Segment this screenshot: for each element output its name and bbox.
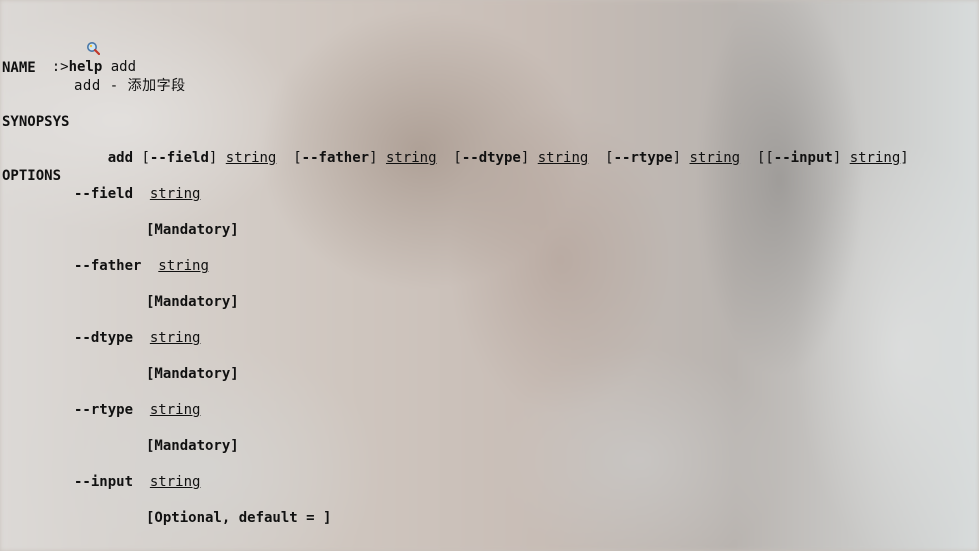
option-input-flag: --input xyxy=(74,474,134,490)
option-dtype-flag: --dtype xyxy=(74,330,134,346)
terminal-output[interactable]: :>help add NAME add - 添加字段 SYNOPSYS add … xyxy=(0,0,979,551)
synopsis-arg-rtype-flag: --rtype xyxy=(613,150,673,166)
command-argument: add xyxy=(102,59,137,75)
name-heading: NAME xyxy=(2,60,36,76)
synopsis-arg-father-flag: --father xyxy=(301,150,370,166)
synopsis-heading: SYNOPSYS xyxy=(2,114,70,130)
synopsis-line: add [--field] string [--father] string [… xyxy=(74,131,909,166)
prompt-prefix: :> xyxy=(51,59,69,75)
option-field-type: string xyxy=(149,186,201,202)
synopsis-arg-father-close: ] xyxy=(369,150,378,166)
option-input-type: string xyxy=(149,474,201,490)
synopsis-arg-input-close: ] xyxy=(832,150,842,166)
synopsis-arg-field-open: [ xyxy=(141,150,150,166)
command-keyword: help xyxy=(68,59,103,75)
option-rtype-type: string xyxy=(149,402,201,418)
option-dtype: --dtype string xyxy=(74,329,200,347)
option-input-note: [Optional, default = ] xyxy=(146,510,332,526)
synopsis-arg-dtype-type: string xyxy=(537,150,589,166)
synopsis-arg-dtype-flag: --dtype xyxy=(461,150,521,166)
option-input: --input string xyxy=(74,473,200,491)
option-father-type: string xyxy=(158,258,209,274)
option-father: --father string xyxy=(74,257,209,275)
option-field-note: [Mandatory] xyxy=(146,222,239,238)
option-rtype-flag: --rtype xyxy=(74,402,134,418)
name-description: add - 添加字段 xyxy=(74,78,186,94)
synopsis-arg-input-open: [[ xyxy=(756,150,774,166)
synopsis-arg-father-type: string xyxy=(385,150,437,166)
synopsis-arg-input-type: string xyxy=(849,150,901,166)
magnifier-icon xyxy=(36,23,101,56)
synopsis-arg-father-open: [ xyxy=(293,150,302,166)
prompt-line: :>help add xyxy=(2,5,136,75)
option-rtype-note: [Mandatory] xyxy=(146,438,239,454)
synopsis-arg-rtype-close: ] xyxy=(672,150,682,166)
options-heading: OPTIONS xyxy=(2,168,62,184)
synopsis-arg-input-flag: --input xyxy=(773,150,833,166)
synopsis-arg-rtype-type: string xyxy=(689,150,741,166)
synopsis-arg-input-trail: ] xyxy=(900,150,909,166)
option-dtype-type: string xyxy=(149,330,201,346)
option-rtype: --rtype string xyxy=(74,401,200,419)
option-field-flag: --field xyxy=(74,186,134,202)
synopsis-arg-field-flag: --field xyxy=(149,150,209,166)
synopsis-arg-field-type: string xyxy=(225,150,277,166)
synopsis-arg-dtype-open: [ xyxy=(453,150,462,166)
synopsis-arg-rtype-open: [ xyxy=(605,150,614,166)
option-father-flag: --father xyxy=(74,258,142,274)
option-field: --field string xyxy=(74,185,200,203)
option-father-note: [Mandatory] xyxy=(146,294,239,310)
synopsis-command: add xyxy=(107,150,134,166)
option-dtype-note: [Mandatory] xyxy=(146,366,239,382)
